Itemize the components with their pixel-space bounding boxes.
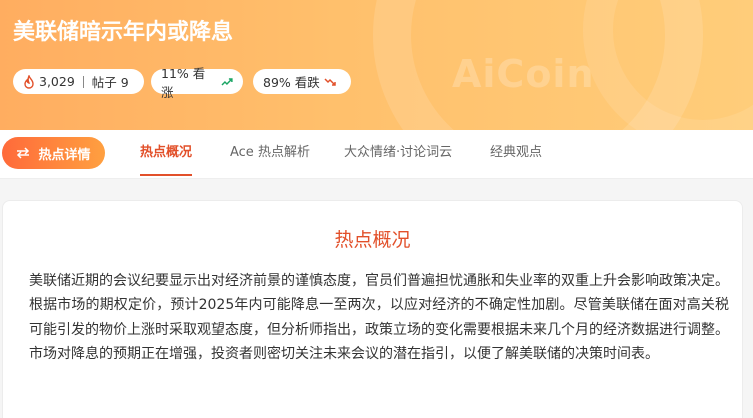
divider: [82, 75, 84, 88]
flame-icon: [24, 74, 34, 89]
hot-stats-chip: 3,029 帖子 9: [13, 69, 144, 94]
tab-overview[interactable]: 热点概况: [140, 130, 193, 178]
bearish-label: 89% 看跌: [263, 75, 320, 90]
bullish-chip[interactable]: 11% 看涨: [151, 66, 243, 100]
topic-title: 美联储暗示年内或降息: [13, 20, 234, 45]
tab-sentiment-wordcloud[interactable]: 大众情绪·讨论词云: [344, 130, 452, 178]
posts-count: 帖子 9: [91, 75, 129, 90]
tab-classic-views[interactable]: 经典观点: [490, 130, 542, 178]
tab-ace-analysis[interactable]: Ace 热点解析: [230, 130, 310, 178]
hot-detail-label: 热点详情: [38, 147, 91, 163]
hot-detail-button[interactable]: 热点详情: [2, 137, 105, 169]
overview-card: 热点概况 美联储近期的会议纪要显示出对经济前景的谨慎态度，官员们普遍担忧通胀和失…: [2, 200, 743, 418]
aicoin-watermark: AiCoin: [452, 52, 595, 96]
swap-icon: [17, 147, 30, 159]
tab-bar: 热点详情 热点概况 Ace 热点解析 大众情绪·讨论词云 经典观点: [0, 130, 753, 179]
trend-down-icon: [324, 77, 336, 86]
bearish-chip[interactable]: 89% 看跌: [253, 69, 351, 94]
overview-text: 美联储近期的会议纪要显示出对经济前景的谨慎态度，官员们普遍担忧通胀和失业率的双重…: [29, 273, 729, 363]
topic-hero-banner: AiCoin 美联储暗示年内或降息 3,029 帖子 9 11% 看涨 89% …: [0, 0, 753, 130]
section-title: 热点概况: [334, 229, 411, 251]
bullish-label: 11% 看涨: [161, 65, 206, 100]
trend-up-icon: [221, 77, 233, 85]
hot-count: 3,029: [39, 74, 75, 89]
